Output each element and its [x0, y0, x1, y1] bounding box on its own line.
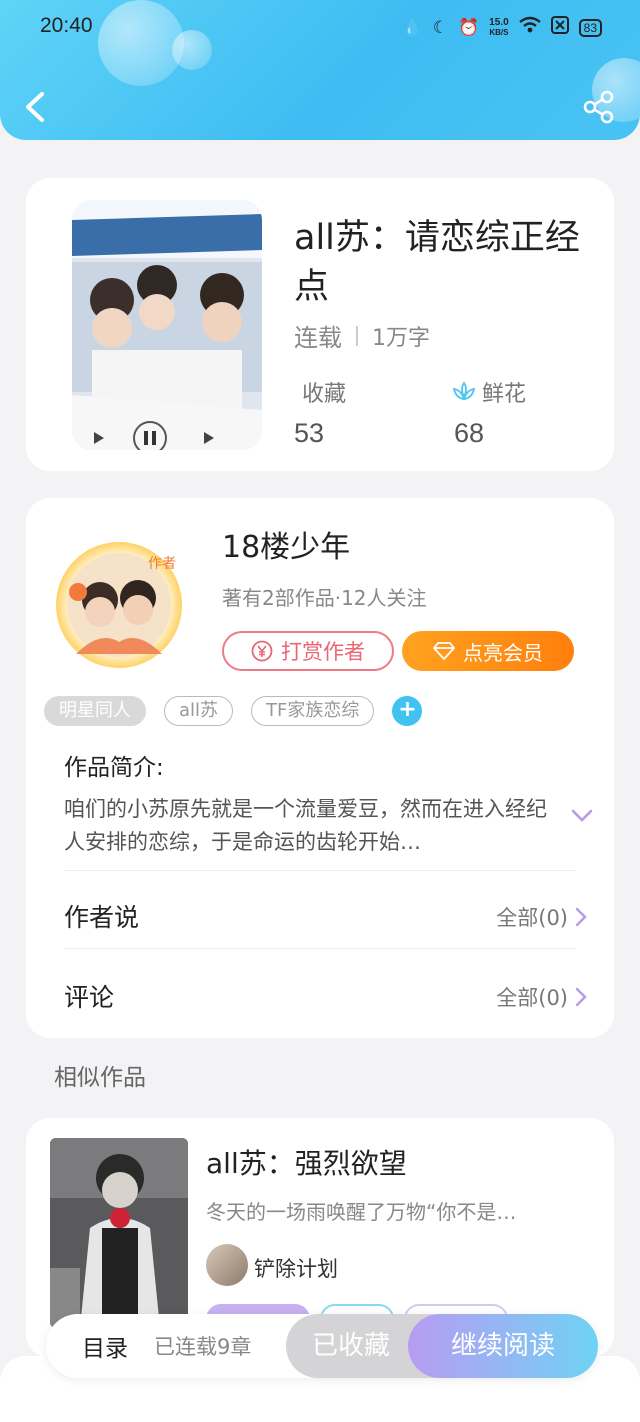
share-icon	[583, 90, 614, 124]
top-header: 20:40 💧 ☾ ⏰ 15.0 KB/S 83	[0, 0, 640, 140]
author-name[interactable]: 18楼少年	[222, 522, 350, 566]
expand-intro-button[interactable]	[570, 808, 594, 824]
comments-label[interactable]: 评论	[64, 978, 114, 1014]
flowers-count: 68	[454, 418, 485, 448]
author-avatar[interactable]: 作者	[56, 542, 182, 668]
alarm-icon: ⏰	[458, 17, 480, 38]
comments-count: 全部(0)	[496, 986, 568, 1010]
vip-label: 点亮会员	[463, 640, 543, 665]
drop-icon: 💧	[401, 17, 423, 38]
favorites-label: 收藏	[302, 376, 346, 408]
book-status: 连载	[294, 324, 342, 352]
reward-author-button[interactable]: 打赏作者	[222, 631, 394, 671]
flowers-label[interactable]: 鲜花	[452, 376, 526, 408]
wifi-icon	[518, 16, 541, 39]
similar-section-title: 相似作品	[54, 1065, 146, 1091]
chevron-left-icon	[26, 92, 44, 122]
divider	[64, 948, 576, 949]
status-icons: 💧 ☾ ⏰ 15.0 KB/S 83	[402, 16, 602, 39]
tag-item[interactable]: TF家族恋综	[251, 696, 375, 726]
tag-item[interactable]: 明星同人	[44, 696, 146, 726]
status-bar: 20:40 💧 ☾ ⏰ 15.0 KB/S 83	[40, 14, 602, 44]
favorites-label-text: 收藏	[302, 382, 347, 407]
moon-icon: ☾	[432, 17, 448, 38]
book-meta: 连载 1万字	[294, 318, 430, 353]
share-button[interactable]	[582, 90, 616, 124]
comments-link[interactable]: 全部(0)	[496, 982, 588, 1012]
similar-book-desc: 冬天的一场雨唤醒了万物“你不是…	[206, 1200, 517, 1224]
book-cover-image[interactable]	[72, 200, 262, 450]
yen-coin-icon	[251, 640, 273, 662]
chevron-right-icon	[575, 907, 587, 927]
reward-label: 打赏作者	[281, 640, 365, 664]
flowers-label-text: 鲜花	[482, 382, 527, 407]
similar-book-cover[interactable]	[50, 1138, 188, 1328]
diamond-icon	[433, 642, 455, 660]
favorites-count: 53	[294, 418, 325, 448]
add-tag-button[interactable]: +	[392, 696, 423, 726]
net-speed: 15.0 KB/S	[489, 16, 509, 38]
intro-label: 作品简介:	[64, 755, 164, 781]
toc-button[interactable]: 目录	[82, 1329, 128, 1363]
author-says-count: 全部(0)	[496, 906, 568, 930]
meta-divider	[356, 325, 358, 346]
cover-art	[72, 200, 262, 450]
vip-button[interactable]: 点亮会员	[402, 631, 574, 671]
status-time: 20:40	[40, 14, 93, 37]
author-says-link[interactable]: 全部(0)	[496, 902, 588, 932]
author-info-card: 作者 18楼少年 著有2部作品·12人关注 打赏作者 点亮会员 明星同人 all…	[26, 498, 614, 1038]
intro-text[interactable]: 咱们的小苏原先就是一个流量爱豆，然而在进入经纪人安排的恋综，于是命运的齿轮开始…	[64, 793, 550, 859]
tag-item[interactable]: all苏	[164, 696, 234, 726]
chapter-count[interactable]: 已连载9章	[154, 1331, 251, 1361]
author-summary: 著有2部作品·12人关注	[222, 586, 427, 610]
net-speed-value: 15.0	[489, 16, 509, 28]
author-says-label[interactable]: 作者说	[64, 898, 139, 934]
avatar-art: 作者	[67, 553, 176, 657]
chevron-down-icon	[571, 809, 593, 822]
sim-off-icon	[550, 16, 569, 39]
battery-indicator: 83	[578, 18, 602, 37]
book-title: all苏：请恋综正经点	[294, 218, 580, 307]
back-button[interactable]	[20, 88, 50, 126]
similar-author-name: 铲除计划	[254, 1257, 338, 1281]
book-info-card: all苏：请恋综正经点 连载 1万字 收藏 53 鲜花 68	[26, 178, 614, 471]
avatar-badge: 作者	[148, 556, 176, 572]
lotus-icon	[452, 381, 476, 401]
similar-author-avatar	[206, 1244, 248, 1286]
tag-list: 明星同人 all苏 TF家族恋综 +	[44, 696, 423, 726]
book-word-count: 1万字	[372, 325, 430, 351]
similar-book-title[interactable]: all苏：强烈欲望	[206, 1142, 407, 1182]
bottom-action-bar: 目录 已连载9章 已收藏 继续阅读	[46, 1314, 598, 1378]
continue-reading-button[interactable]: 继续阅读	[408, 1314, 598, 1378]
net-speed-unit: KB/S	[489, 27, 509, 37]
similar-cover-art	[50, 1138, 188, 1328]
chevron-right-icon	[575, 987, 587, 1007]
divider	[64, 870, 576, 871]
